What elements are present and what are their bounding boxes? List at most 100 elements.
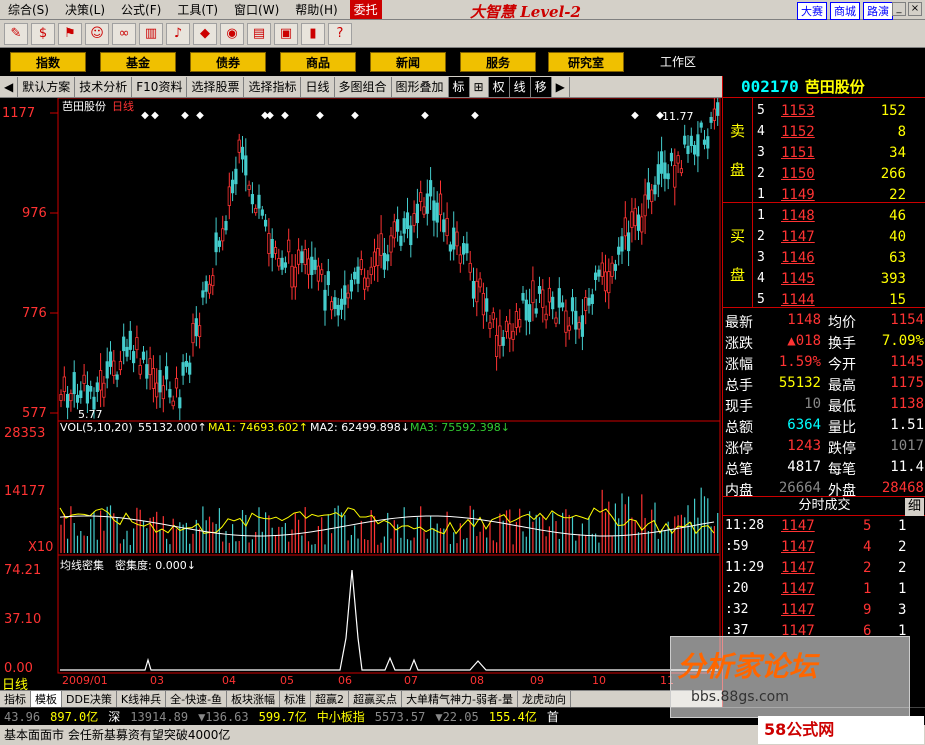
globe-icon[interactable]: ◉ bbox=[220, 22, 244, 45]
max-price-label: 11.77 bbox=[662, 110, 694, 123]
bell-icon[interactable]: ♪ bbox=[166, 22, 190, 45]
next-icon[interactable]: ▶ bbox=[552, 76, 570, 97]
nav-zhishu[interactable]: 指数 bbox=[10, 52, 86, 72]
tick-row[interactable]: :32 1147 9 3 bbox=[723, 600, 925, 621]
buy-side-label: 买盘 bbox=[723, 203, 753, 307]
month-label-06: 06 bbox=[338, 674, 352, 687]
tab-tech-analysis[interactable]: 技术分析 bbox=[75, 76, 133, 97]
tab-kline-bing[interactable]: K线神兵 bbox=[117, 691, 167, 707]
flag-icon[interactable]: ⚑ bbox=[58, 22, 82, 45]
buy-row[interactable]: 5 1144 15 bbox=[753, 289, 925, 310]
tab-chaoying2[interactable]: 超赢2 bbox=[311, 691, 350, 707]
doc-icon[interactable]: ▤ bbox=[247, 22, 271, 45]
tab-sector-gain[interactable]: 板块涨幅 bbox=[227, 691, 281, 707]
svg-text:◆: ◆ bbox=[471, 110, 479, 121]
ticks-detail-button[interactable]: 细 bbox=[904, 498, 924, 516]
tab-f10[interactable]: F10资料 bbox=[132, 76, 188, 97]
tab-standard[interactable]: 标准 bbox=[280, 691, 312, 707]
buy-row[interactable]: 1 1148 46 bbox=[753, 205, 925, 226]
brand-title: 大智慧 Level-2 bbox=[470, 3, 581, 21]
top-links: 大赛 商城 路演 bbox=[797, 2, 893, 20]
buy-row[interactable]: 4 1145 393 bbox=[753, 268, 925, 289]
status-f: 599.7亿 bbox=[258, 710, 307, 724]
tab-quick-fish[interactable]: 全-快速-鱼 bbox=[166, 691, 228, 707]
nav-xinwen[interactable]: 新闻 bbox=[370, 52, 446, 72]
nav-jijin[interactable]: 基金 bbox=[100, 52, 176, 72]
close-icon[interactable]: × bbox=[908, 2, 922, 16]
tab-dde[interactable]: DDE决策 bbox=[62, 691, 117, 707]
tab-default-scheme[interactable]: 默认方案 bbox=[18, 76, 76, 97]
tab-multi-chart[interactable]: 多图组合 bbox=[335, 76, 392, 97]
diamond-icon[interactable]: ◆ bbox=[193, 22, 217, 45]
dens-title: 均线密集 bbox=[60, 559, 104, 572]
svg-text:◆: ◆ bbox=[141, 110, 149, 121]
tab-biao[interactable]: 标 bbox=[448, 76, 470, 97]
tab-indicator[interactable]: 指标 bbox=[0, 691, 31, 707]
quote-stat-row: 最新 1148 均价 1154 bbox=[725, 312, 924, 331]
buy-row[interactable]: 2 1147 40 bbox=[753, 226, 925, 247]
link-luyan[interactable]: 路演 bbox=[863, 2, 893, 20]
tick-row[interactable]: :20 1147 1 1 bbox=[723, 579, 925, 600]
dens-y-mid: 37.10 bbox=[4, 612, 42, 627]
window-icon[interactable]: ▣ bbox=[274, 22, 298, 45]
menu-gongshi[interactable]: 公式(F) bbox=[113, 1, 169, 18]
month-label-07: 07 bbox=[404, 674, 418, 687]
menu-weituo[interactable]: 委托 bbox=[349, 0, 382, 19]
ticks-header: 分时成交 细 bbox=[723, 496, 925, 516]
sell-row[interactable]: 3 1151 34 bbox=[753, 142, 925, 163]
ruler-icon[interactable]: ✎ bbox=[4, 22, 28, 45]
link-dasai[interactable]: 大赛 bbox=[797, 2, 827, 20]
status-c: 深 bbox=[108, 710, 121, 724]
tab-overlay[interactable]: 图形叠加 bbox=[392, 76, 449, 97]
menu-bangzhu[interactable]: 帮助(H) bbox=[287, 1, 345, 18]
tab-template[interactable]: 模板 bbox=[31, 691, 62, 707]
toolbar: ✎ $ ⚑ ☺ ∞ ▥ ♪ ◆ ◉ ▤ ▣ ▮ ? bbox=[0, 20, 925, 48]
minimize-icon[interactable]: _ bbox=[892, 2, 906, 16]
quote-stat-row: 涨幅 1.59% 今开 1145 bbox=[725, 354, 924, 373]
binoculars-icon[interactable]: ∞ bbox=[112, 22, 136, 45]
tab-chaoying-buy[interactable]: 超赢买点 bbox=[349, 691, 403, 707]
tab-yi[interactable]: 移 bbox=[530, 76, 552, 97]
sell-row[interactable]: 4 1152 8 bbox=[753, 121, 925, 142]
nav-yanjiushi[interactable]: 研究室 bbox=[548, 52, 624, 72]
tab-longhu[interactable]: 龙虎动向 bbox=[518, 691, 572, 707]
dollar-icon[interactable]: $ bbox=[31, 22, 55, 45]
books-icon[interactable]: ▮ bbox=[301, 22, 325, 45]
status-i: ▼22.05 bbox=[435, 709, 479, 724]
tab-select-stock[interactable]: 选择股票 bbox=[187, 76, 245, 97]
menu-zonghe[interactable]: 综合(S) bbox=[0, 1, 57, 18]
menu-chuangkou[interactable]: 窗口(W) bbox=[226, 1, 287, 18]
tick-row[interactable]: :59 1147 4 2 bbox=[723, 537, 925, 558]
sell-row[interactable]: 5 1153 152 bbox=[753, 100, 925, 121]
tab-grid[interactable]: ⊞ bbox=[470, 76, 489, 97]
nav-shangpin[interactable]: 商品 bbox=[280, 52, 356, 72]
link-shangcheng[interactable]: 商城 bbox=[830, 2, 860, 20]
status-a: 43.96 bbox=[4, 709, 41, 724]
tab-xian[interactable]: 线 bbox=[509, 76, 531, 97]
tab-select-indicator[interactable]: 选择指标 bbox=[244, 76, 302, 97]
buy-row[interactable]: 3 1146 63 bbox=[753, 247, 925, 268]
workarea-label[interactable]: 工作区 bbox=[660, 53, 696, 70]
tick-row[interactable]: 11:29 1147 2 2 bbox=[723, 558, 925, 579]
nav-zhaiquan[interactable]: 债券 bbox=[190, 52, 266, 72]
y-label-min: 577 bbox=[22, 406, 47, 421]
chart-icon[interactable]: ▥ bbox=[139, 22, 163, 45]
menu-gongju[interactable]: 工具(T) bbox=[169, 1, 226, 18]
nav-bar: 指数 基金 债券 商品 新闻 服务 研究室 工作区 bbox=[0, 48, 925, 76]
nav-fuwu[interactable]: 服务 bbox=[460, 52, 536, 72]
prev-icon[interactable]: ◀ bbox=[0, 76, 19, 97]
tick-row[interactable]: 11:28 1147 5 1 bbox=[723, 516, 925, 537]
menu-juece[interactable]: 决策(L) bbox=[57, 1, 113, 18]
help-icon[interactable]: ? bbox=[328, 22, 352, 45]
people-icon[interactable]: ☺ bbox=[85, 22, 109, 45]
tab-quan[interactable]: 权 bbox=[488, 76, 510, 97]
sell-row[interactable]: 1 1149 22 bbox=[753, 184, 925, 205]
kline-svg[interactable]: ◆ ◆ ◆ ◆ ◆◆ ◆ ◆ ◆ ◆ ◆ ◆ ◆ bbox=[0, 90, 722, 690]
sell-row[interactable]: 2 1150 266 bbox=[753, 163, 925, 184]
status-j: 155.4亿 bbox=[488, 710, 537, 724]
svg-text:◆: ◆ bbox=[281, 110, 289, 121]
tab-daily[interactable]: 日线 bbox=[301, 76, 335, 97]
tab-big-order[interactable]: 大单精气神力-弱者-量 bbox=[402, 691, 519, 707]
chart-area[interactable]: ◆ ◆ ◆ ◆ ◆ ◆ ◆ ◆ ◆ ◆ ◆ ◆ ◆ 芭田股份 日线 1177 976 776 577 1… bbox=[0, 90, 722, 693]
quote-header: 002170 芭田股份 bbox=[723, 76, 925, 98]
